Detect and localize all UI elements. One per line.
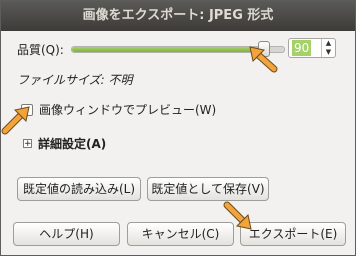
pointer-arrow-icon bbox=[223, 201, 252, 230]
help-button[interactable]: ヘルプ(H) bbox=[13, 222, 120, 246]
preview-label[interactable]: 画像ウィンドウでプレビュー(W) bbox=[39, 101, 216, 118]
spin-down-icon[interactable]: ▼ bbox=[322, 48, 335, 57]
cancel-button[interactable]: キャンセル(C) bbox=[127, 222, 234, 246]
save-defaults-button[interactable]: 既定値として保存(V) bbox=[147, 177, 269, 201]
quality-value[interactable]: 90 bbox=[292, 40, 312, 56]
load-defaults-button[interactable]: 既定値の読み込み(L) bbox=[17, 177, 141, 201]
advanced-expander[interactable]: + 詳細設定(A) bbox=[23, 135, 106, 152]
spin-up-icon[interactable]: ▲ bbox=[322, 39, 335, 48]
pointer-arrow-icon bbox=[249, 46, 278, 73]
spin-buttons: ▲ ▼ bbox=[321, 39, 335, 57]
expander-plus-icon[interactable]: + bbox=[23, 139, 32, 149]
preview-option[interactable]: 画像ウィンドウでプレビュー(W) bbox=[21, 101, 216, 118]
dialog-title: 画像をエクスポート: JPEG 形式 bbox=[1, 1, 355, 31]
export-button[interactable]: エクスポート(E) bbox=[240, 222, 346, 246]
advanced-label[interactable]: 詳細設定(A) bbox=[38, 135, 106, 152]
file-size-label: ファイルサイズ: 不明 bbox=[17, 73, 133, 87]
quality-label: 品質(Q): bbox=[17, 43, 64, 57]
quality-spinbutton[interactable]: 90 ▲ ▼ bbox=[288, 38, 336, 58]
quality-slider-fill bbox=[72, 47, 263, 52]
export-dialog: 画像をエクスポート: JPEG 形式 品質(Q): 90 ▲ ▼ ファイルサイズ… bbox=[0, 0, 356, 256]
pointer-arrow-icon bbox=[1, 106, 30, 135]
